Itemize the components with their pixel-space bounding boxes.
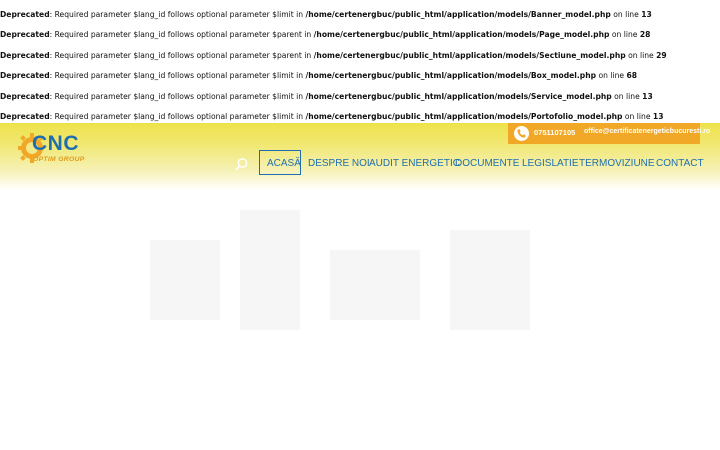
notice-online: on line [622,112,653,121]
notice-path: /home/certenergbuc/public_html/applicati… [313,51,626,60]
logo-wordmark[interactable]: CNC [32,133,79,155]
notice-online: on line [625,51,657,60]
notice-row: Deprecated: Required parameter $lang_id … [0,112,663,122]
hero-placeholder [150,210,530,330]
notice-online: on line [596,71,627,80]
notice-level: Deprecated [0,112,50,121]
notice-line: 13 [642,92,653,101]
nav-item-acasa[interactable]: ACASĂ [267,158,301,169]
notice-message: : Required parameter $lang_id follows op… [49,51,314,60]
nav-item-legislatie[interactable]: LEGISLATIE [522,158,579,169]
phone-icon [514,126,529,141]
nav-item-despre-noi[interactable]: DESPRE NOI [308,158,370,169]
nav-item-contact[interactable]: CONTACT [656,158,704,169]
email-address[interactable]: office@certificatenergeticbucuresti.ro [584,128,710,135]
notice-level: Deprecated [0,10,50,19]
notice-level: Deprecated [0,71,50,80]
search-icon[interactable] [234,157,249,172]
notice-message: : Required parameter $lang_id follows op… [49,71,306,80]
notice-online: on line [610,10,642,19]
notice-path: /home/certenergbuc/public_html/applicati… [305,71,597,80]
notice-message: : Required parameter $lang_id follows op… [49,10,306,19]
notice-line: 13 [641,10,652,19]
notice-message: : Required parameter $lang_id follows op… [49,92,306,101]
notice-line: 68 [626,71,638,80]
notice-path: /home/certenergbuc/public_html/applicati… [305,92,612,101]
notice-path: /home/certenergbuc/public_html/applicati… [313,30,610,39]
nav-item-audit-energetic[interactable]: AUDIT ENERGETIC [369,158,460,169]
notice-path: /home/certenergbuc/public_html/applicati… [305,112,623,121]
notice-path: /home/certenergbuc/public_html/applicati… [305,10,611,19]
notice-row: Deprecated: Required parameter $lang_id … [0,10,652,20]
notice-message: : Required parameter $lang_id follows op… [49,112,306,121]
notice-line: 28 [639,30,651,39]
notice-row: Deprecated: Required parameter $lang_id … [0,30,650,40]
notice-row: Deprecated: Required parameter $lang_id … [0,92,653,102]
logo-tagline: OPTIM GROUP [33,156,85,163]
notice-line: 29 [656,51,667,60]
notice-online: on line [611,92,643,101]
notice-level: Deprecated [0,51,50,60]
nav-item-documente[interactable]: DOCUMENTE [455,158,519,169]
notice-row: Deprecated: Required parameter $lang_id … [0,71,637,81]
notice-level: Deprecated [0,30,50,39]
notice-message: : Required parameter $lang_id follows op… [49,30,314,39]
nav-item-termoviziune[interactable]: TERMOVIZIUNE [579,158,655,169]
notice-level: Deprecated [0,92,50,101]
phone-number[interactable]: 0751107105 [534,128,575,137]
notice-line: 13 [652,112,664,121]
notice-row: Deprecated: Required parameter $lang_id … [0,51,667,61]
notice-online: on line [609,30,640,39]
